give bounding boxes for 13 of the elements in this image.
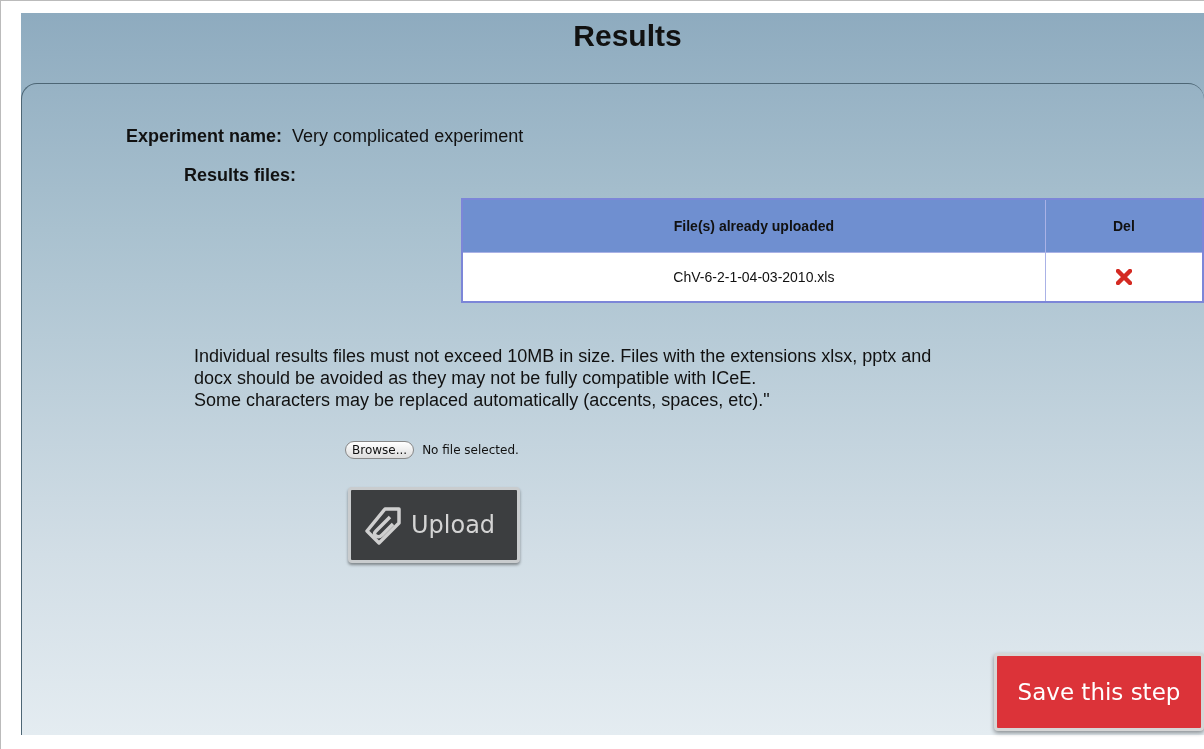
field-value: Very complicated experiment <box>292 126 524 147</box>
field-label: Experiment name: <box>126 126 283 147</box>
column-header: File(s) already uploaded <box>462 199 1046 253</box>
browse-button[interactable]: Browse... <box>345 441 415 459</box>
delete-icon[interactable] <box>1115 269 1132 285</box>
field-label: Results files: <box>184 165 297 186</box>
column-header: Del <box>1045 199 1203 253</box>
upload-button[interactable]: Upload <box>348 487 520 563</box>
paperclip-icon <box>363 505 403 545</box>
file-status: No file selected. <box>422 443 519 457</box>
page-title: Results <box>572 18 683 54</box>
save-button[interactable]: Save this step <box>994 653 1204 731</box>
upload-notice: Individual results files must not exceed 10MB in size. Files with the extensions xlsx, pptx and docx should be avoided as they may not be fully compatible with ICeE. Some characters may be replaced automatically (accents, spaces, etc)." <box>194 345 933 411</box>
